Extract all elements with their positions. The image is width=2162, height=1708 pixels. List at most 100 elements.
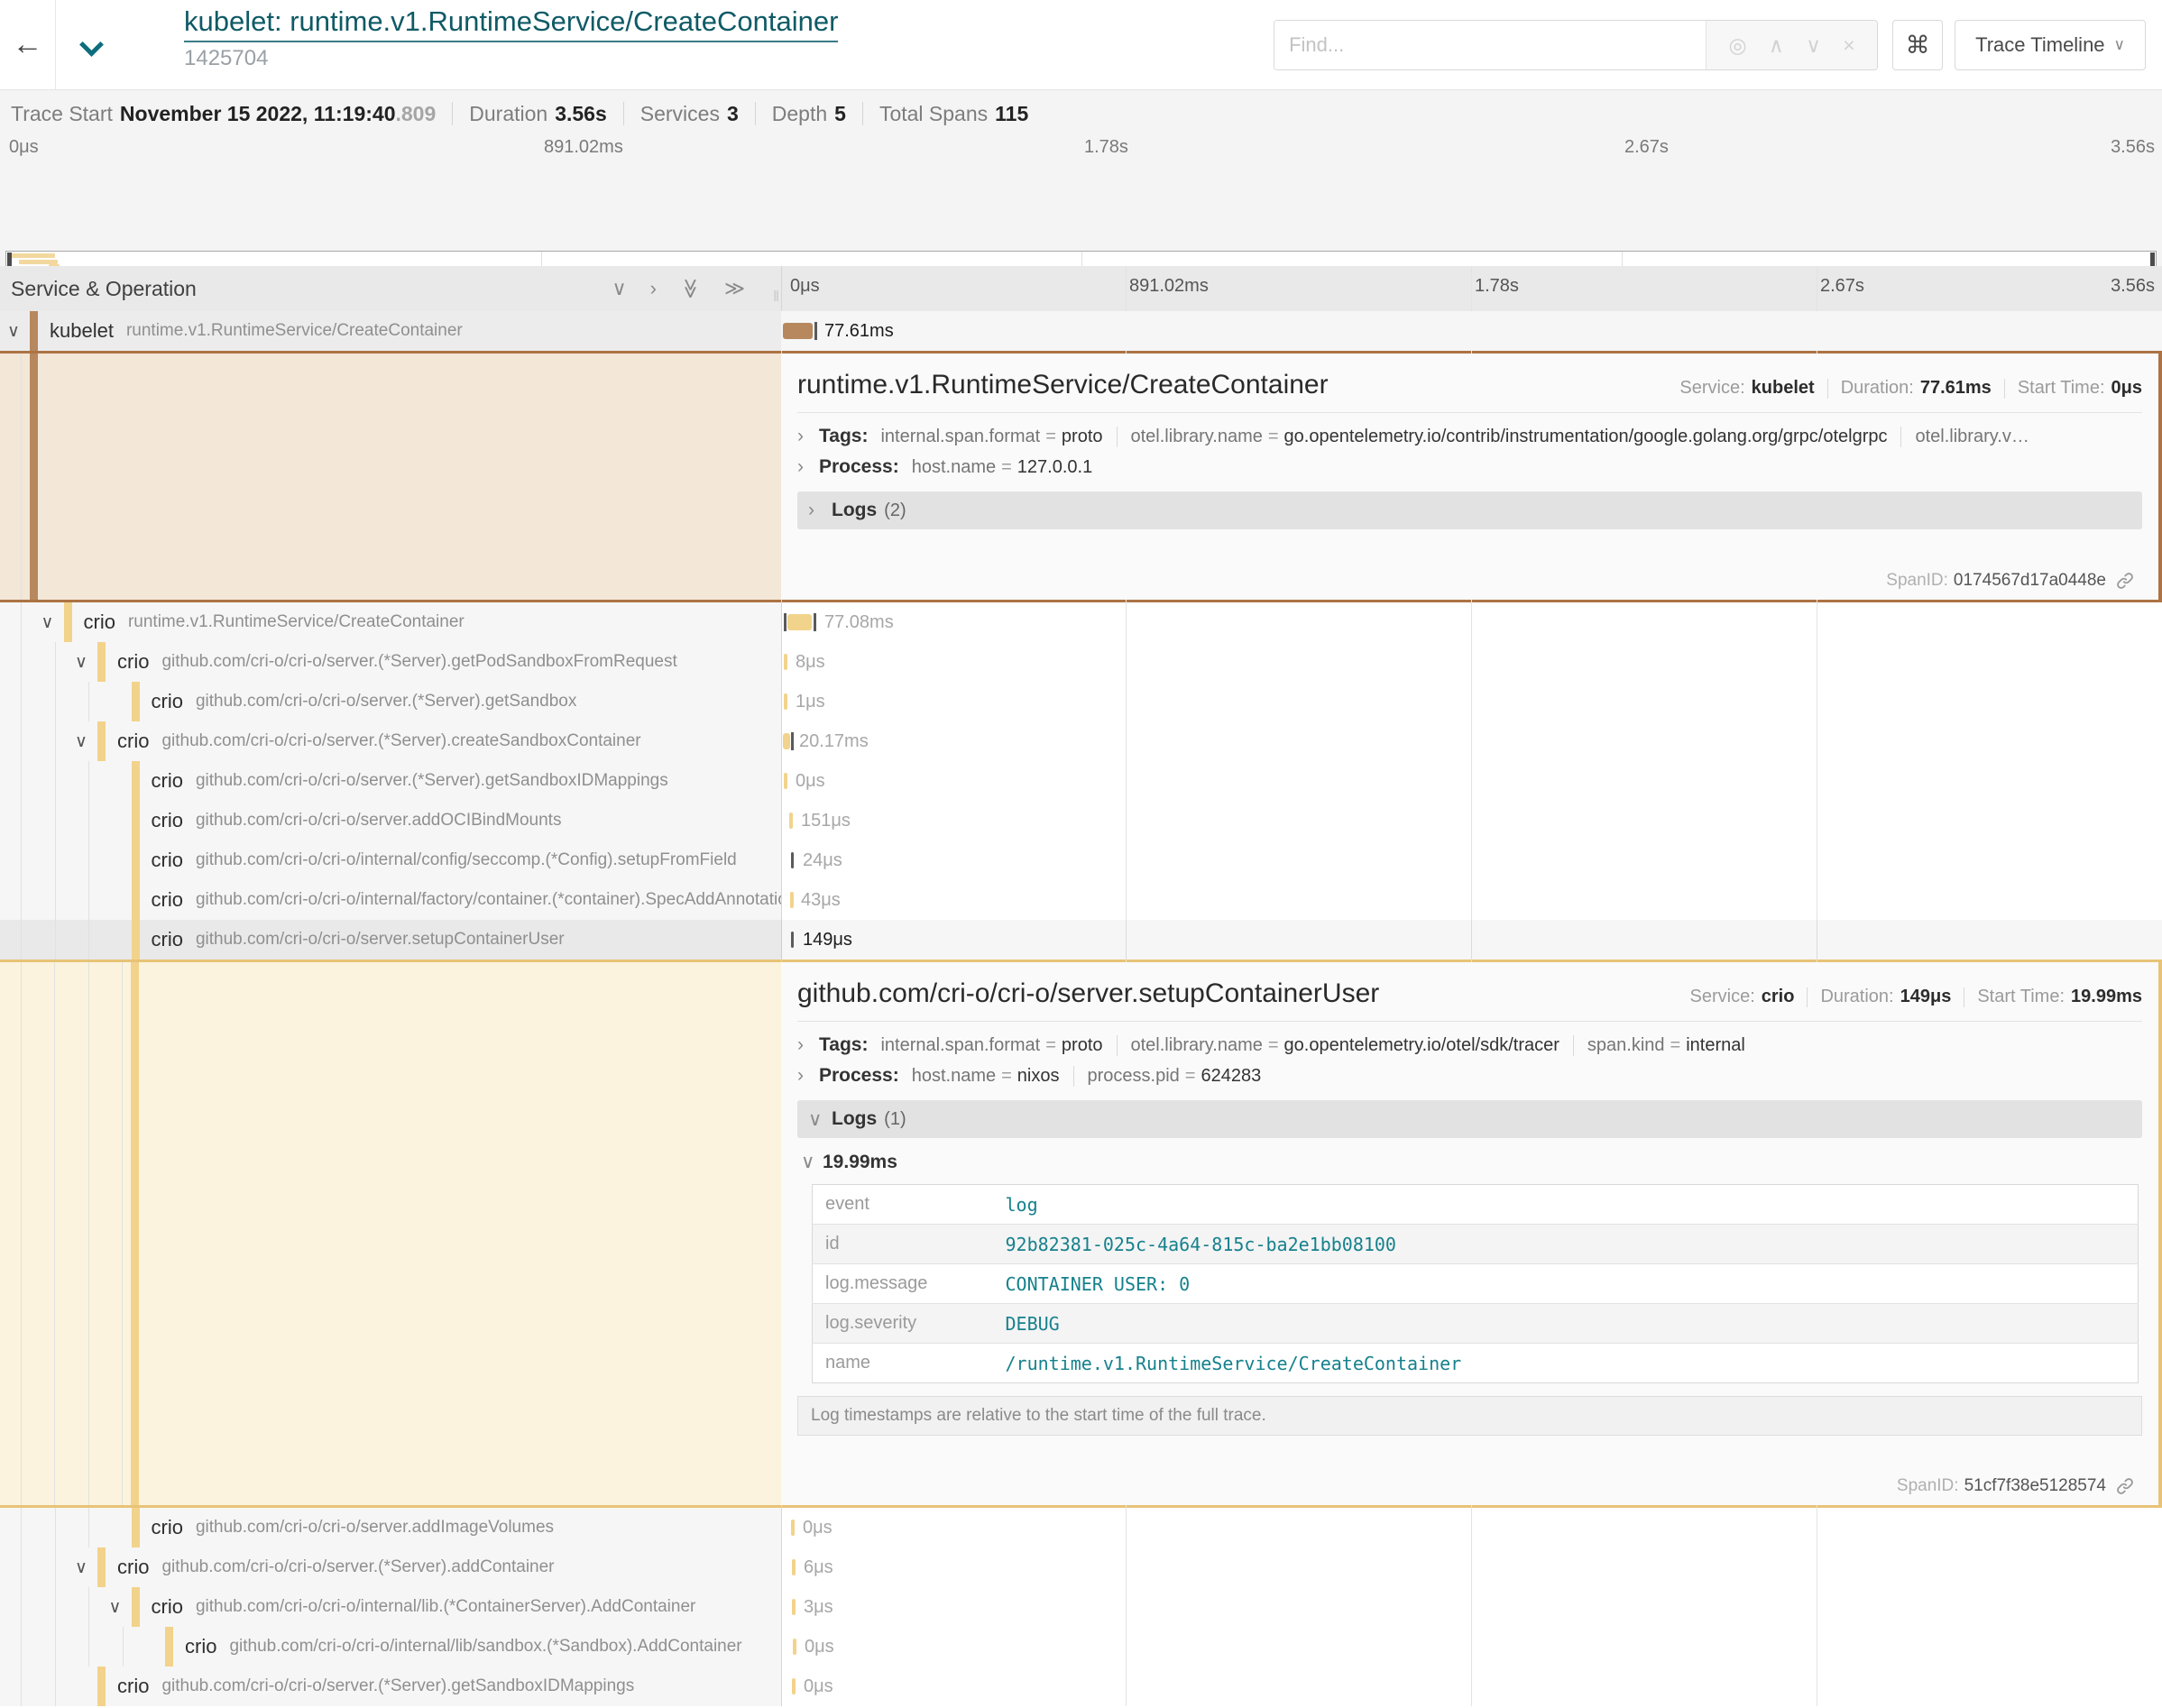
start-time-label: Start Time:	[1977, 987, 2065, 1007]
span-duration-bar[interactable]	[783, 323, 813, 339]
tree-chevron-down-icon[interactable]: ∨	[71, 721, 91, 761]
expand-all-icon[interactable]: ≫	[724, 277, 745, 300]
grid-header: Service & Operation ∨ › ≫ ≫ ‖ 0μs 891.02…	[0, 266, 2162, 311]
trace-view-label: Trace Timeline	[1975, 33, 2104, 57]
tags-accordion[interactable]: › Tags: internal.span.format=protootel.l…	[797, 426, 2142, 447]
chevron-down-icon: ∨	[801, 1151, 814, 1173]
span-row[interactable]: ∨criogithub.com/cri-o/cri-o/server.(*Ser…	[0, 721, 2162, 761]
span-duration-bar[interactable]	[791, 852, 794, 868]
service-color-bar	[132, 840, 140, 880]
collapse-all-icon[interactable]: ≫	[678, 278, 702, 298]
timeline-tick: 3.56s	[2111, 276, 2155, 297]
span-row[interactable]: ∨kubeletruntime.v1.RuntimeService/Create…	[0, 311, 2162, 351]
span-duration-bar[interactable]	[792, 1678, 796, 1694]
next-result-chevron-down-icon[interactable]: ∨	[1806, 33, 1821, 58]
span-duration-label: 77.08ms	[824, 602, 894, 642]
log-field-value: 92b82381-025c-4a64-815c-ba2e1bb08100	[993, 1225, 2139, 1264]
service-color-bar	[97, 1667, 106, 1706]
span-duration-bar[interactable]	[791, 932, 794, 948]
span-duration-bar[interactable]	[783, 733, 790, 749]
span-duration-bar[interactable]	[791, 1520, 795, 1536]
span-duration-bar[interactable]	[784, 693, 787, 710]
tag-key: otel.library.v…	[1915, 427, 2029, 447]
operation-name: runtime.v1.RuntimeService/CreateContaine…	[128, 612, 465, 632]
keyboard-shortcuts-button[interactable]: ⌘	[1892, 20, 1943, 70]
trace-view-selector[interactable]: Trace Timeline ∨	[1955, 20, 2146, 70]
tag-item: host.name=127.0.0.1	[912, 457, 1093, 478]
locate-icon[interactable]: ◎	[1728, 33, 1746, 58]
column-resize-grip[interactable]: ‖	[773, 288, 779, 306]
logs-count: (1)	[884, 1109, 906, 1130]
span-duration-bar[interactable]	[787, 614, 812, 630]
tag-value: 624283	[1201, 1066, 1261, 1087]
app-header: ← kubelet: runtime.v1.RuntimeService/Cre…	[0, 0, 2162, 90]
log-field-row: log.severityDEBUG	[813, 1304, 2139, 1344]
tag-item: span.kind=internal	[1573, 1035, 1745, 1056]
find-input[interactable]	[1274, 21, 1706, 69]
span-duration-bar[interactable]	[792, 1559, 796, 1575]
logs-accordion[interactable]: › Logs (2)	[797, 491, 2142, 529]
service-operation-header: Service & Operation	[11, 277, 197, 301]
logs-accordion[interactable]: ∨ Logs (1)	[797, 1100, 2142, 1138]
log-field-key: name	[813, 1344, 993, 1383]
tree-chevron-down-icon[interactable]: ∨	[38, 602, 58, 642]
span-row[interactable]: criogithub.com/cri-o/cri-o/server.setupC…	[0, 920, 2162, 960]
deep-link-icon[interactable]	[2115, 571, 2135, 591]
span-row[interactable]: criogithub.com/cri-o/cri-o/internal/lib/…	[0, 1627, 2162, 1667]
span-duration-label: 0μs	[804, 1667, 833, 1706]
tree-chevron-down-icon[interactable]: ∨	[106, 1587, 125, 1627]
span-duration-label: 151μs	[801, 801, 851, 840]
span-detail-title: github.com/cri-o/cri-o/server.setupConta…	[797, 978, 1690, 1009]
span-row[interactable]: ∨criogithub.com/cri-o/cri-o/internal/lib…	[0, 1587, 2162, 1627]
duration-value: 149μs	[1900, 987, 1952, 1007]
operation-name: github.com/cri-o/cri-o/server.(*Server).…	[161, 1676, 634, 1696]
prev-result-chevron-up-icon[interactable]: ∧	[1769, 33, 1784, 58]
tag-item: otel.library.name=go.opentelemetry.io/co…	[1117, 427, 1888, 447]
log-field-key: log.severity	[813, 1304, 993, 1344]
tree-chevron-down-icon[interactable]: ∨	[71, 1547, 91, 1587]
span-row[interactable]: criogithub.com/cri-o/cri-o/server.(*Serv…	[0, 682, 2162, 721]
service-name: crio	[117, 1675, 149, 1698]
tags-accordion[interactable]: › Tags: internal.span.format=protootel.l…	[797, 1034, 2142, 1056]
span-detail-title: runtime.v1.RuntimeService/CreateContaine…	[797, 370, 1679, 400]
service-name: crio	[152, 1516, 183, 1539]
span-row[interactable]: ∨criogithub.com/cri-o/cri-o/server.(*Ser…	[0, 1547, 2162, 1587]
back-button[interactable]: ←	[0, 0, 56, 89]
process-accordion[interactable]: › Process: host.name=127.0.0.1	[797, 456, 2142, 478]
span-row[interactable]: ∨criogithub.com/cri-o/cri-o/server.(*Ser…	[0, 642, 2162, 682]
span-duration-bar[interactable]	[792, 1599, 796, 1615]
span-duration-bar[interactable]	[793, 1639, 796, 1655]
tag-key: host.name	[912, 457, 996, 478]
span-row[interactable]: criogithub.com/cri-o/cri-o/internal/conf…	[0, 840, 2162, 880]
find-box: ◎ ∧ ∨ ×	[1274, 20, 1878, 70]
operation-name: runtime.v1.RuntimeService/CreateContaine…	[126, 321, 463, 341]
span-row[interactable]: criogithub.com/cri-o/cri-o/server.(*Serv…	[0, 761, 2162, 801]
span-duration-bar[interactable]	[784, 773, 787, 789]
span-row[interactable]: criogithub.com/cri-o/cri-o/server.addOCI…	[0, 801, 2162, 840]
log-entry-accordion[interactable]: ∨ 19.99ms	[801, 1151, 2142, 1173]
service-color-bar	[132, 880, 140, 920]
span-row[interactable]: crio github.com/cri-o/cri-o/server.(*Serv…	[0, 1667, 2162, 1706]
tag-item: internal.span.format=proto	[880, 1035, 1102, 1056]
span-duration-bar[interactable]	[784, 654, 787, 670]
expand-one-chevron-right-icon[interactable]: ›	[650, 277, 657, 300]
tree-chevron-down-icon[interactable]: ∨	[4, 311, 23, 351]
span-detail-row-setupcontaineruser: github.com/cri-o/cri-o/server.setupConta…	[0, 960, 2162, 1508]
deep-link-icon[interactable]	[2115, 1476, 2135, 1496]
logs-count: (2)	[884, 500, 906, 521]
service-label: Service:	[1690, 987, 1755, 1007]
trace-title-chevron-down-icon[interactable]	[81, 34, 101, 54]
process-accordion[interactable]: › Process: host.name=nixosprocess.pid=62…	[797, 1065, 2142, 1087]
span-row[interactable]: ∨crioruntime.v1.RuntimeService/CreateCon…	[0, 602, 2162, 642]
span-row[interactable]: criogithub.com/cri-o/cri-o/internal/fact…	[0, 880, 2162, 920]
span-duration-bar[interactable]	[789, 813, 793, 829]
trace-title-link[interactable]: kubelet: runtime.v1.RuntimeService/Creat…	[184, 5, 838, 42]
span-duration-label: 1μs	[796, 682, 825, 721]
span-row[interactable]: criogithub.com/cri-o/cri-o/server.addIma…	[0, 1508, 2162, 1547]
span-duration-label: 149μs	[803, 920, 852, 960]
tree-chevron-down-icon[interactable]: ∨	[71, 642, 91, 682]
span-duration-bar[interactable]	[790, 892, 794, 908]
service-name: crio	[152, 888, 183, 912]
collapse-one-chevron-down-icon[interactable]: ∨	[612, 277, 627, 300]
clear-search-icon[interactable]: ×	[1843, 33, 1854, 58]
